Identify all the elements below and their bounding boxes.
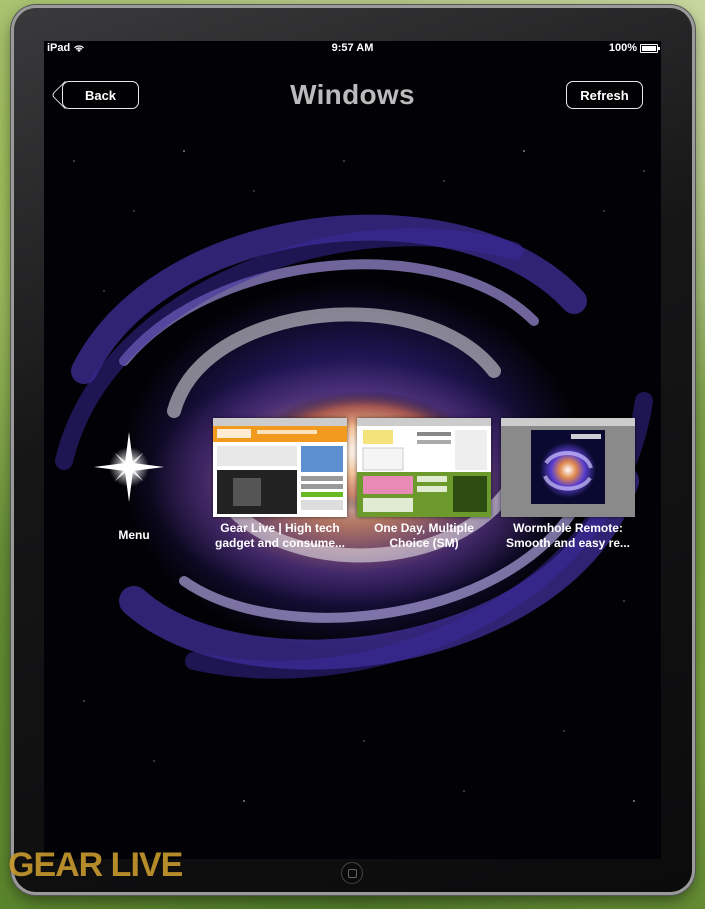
back-button[interactable]: Back bbox=[62, 81, 139, 109]
star-icon[interactable] bbox=[89, 427, 169, 507]
window-caption-one-day[interactable]: One Day, Multiple Choice (SM) bbox=[354, 521, 494, 551]
clock: 9:57 AM bbox=[331, 42, 374, 54]
gear-live-page-preview bbox=[213, 418, 347, 517]
caption-line: Wormhole Remote: bbox=[513, 521, 623, 535]
refresh-button-label: Refresh bbox=[580, 88, 629, 103]
refresh-button[interactable]: Refresh bbox=[566, 81, 643, 109]
screen: iPad 9:57 AM 100% Windows Back Refresh M… bbox=[44, 41, 661, 859]
battery-percent: 100% bbox=[608, 42, 637, 54]
status-bar: iPad 9:57 AM 100% bbox=[44, 41, 661, 57]
gear-live-watermark: GEAR LIVE bbox=[8, 846, 183, 884]
window-thumbnail-gear-live[interactable] bbox=[213, 418, 347, 517]
menu-label[interactable]: Menu bbox=[104, 528, 164, 542]
one-day-page-preview bbox=[357, 418, 491, 517]
window-thumbnail-wormhole[interactable] bbox=[501, 418, 635, 517]
home-button[interactable] bbox=[341, 862, 363, 884]
caption-line: Gear Live | High tech bbox=[220, 521, 340, 535]
caption-line: One Day, Multiple bbox=[374, 521, 474, 535]
window-caption-gear-live[interactable]: Gear Live | High tech gadget and consume… bbox=[210, 521, 350, 551]
caption-line: Smooth and easy re... bbox=[505, 536, 631, 550]
ipad-device: iPad 9:57 AM 100% Windows Back Refresh M… bbox=[14, 8, 692, 892]
caption-line: Choice (SM) bbox=[389, 536, 459, 550]
window-thumbnail-one-day[interactable] bbox=[357, 418, 491, 517]
battery-icon bbox=[640, 43, 660, 53]
window-caption-wormhole[interactable]: Wormhole Remote: Smooth and easy re... bbox=[498, 521, 638, 551]
back-button-label: Back bbox=[84, 88, 117, 103]
wormhole-page-preview bbox=[501, 418, 635, 517]
battery-indicator: 100% bbox=[608, 42, 660, 54]
caption-line: gadget and consume... bbox=[214, 536, 346, 550]
